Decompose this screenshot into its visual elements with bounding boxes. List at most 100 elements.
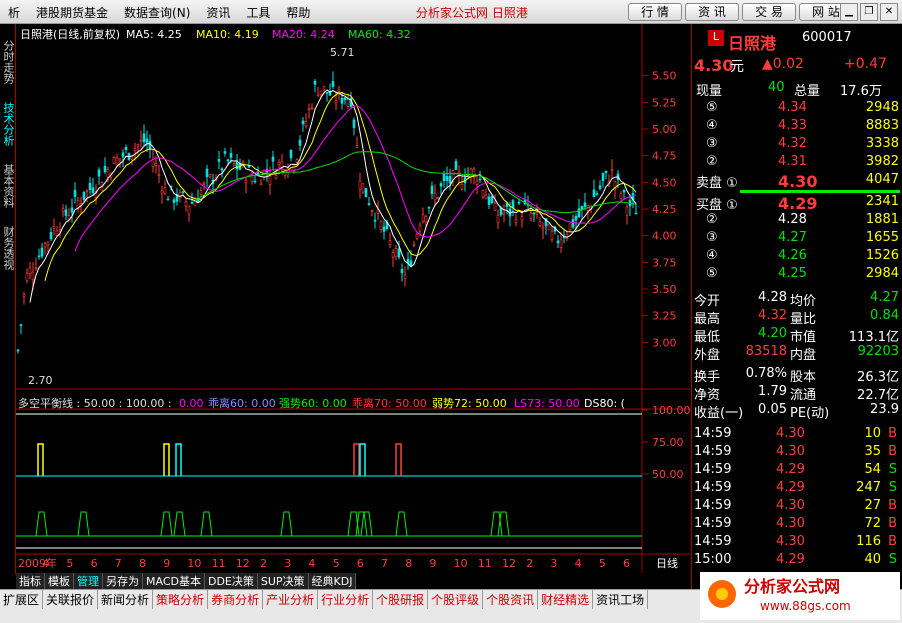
stat-value: 4.28 xyxy=(758,290,787,305)
tick-row: 14:59 4.30 116 B xyxy=(692,534,902,552)
tick-price: 4.29 xyxy=(776,462,805,477)
restore-icon[interactable]: ❐ xyxy=(860,3,878,21)
tick-time: 14:59 xyxy=(694,516,732,531)
candle xyxy=(259,183,263,186)
x-tick: 11 xyxy=(478,557,492,570)
x-tick: 9 xyxy=(163,557,170,570)
ask-row[interactable]: 卖盘 ① 4.30 4047 xyxy=(692,172,902,191)
candle xyxy=(532,212,536,215)
bottom-tab[interactable]: 关联报价 xyxy=(43,590,99,609)
candle xyxy=(433,193,437,201)
tab-fundamentals[interactable]: 基本资料 xyxy=(0,156,16,216)
bottom-tab[interactable]: 策略分析 xyxy=(153,590,209,609)
bottom-tab[interactable]: 新闻分析 xyxy=(98,590,154,609)
vol-now: 40 xyxy=(768,80,785,95)
tab-saveas[interactable]: 另存为 xyxy=(103,573,143,589)
x-tick: 5 xyxy=(599,557,606,570)
stat-label: 流通 xyxy=(790,388,817,403)
minimize-icon[interactable]: ▁ xyxy=(840,3,858,21)
bid-row[interactable]: ② 4.28 1881 xyxy=(692,212,902,230)
candle xyxy=(391,252,395,258)
tick-time: 14:59 xyxy=(694,444,732,459)
ask-vol: 3982 xyxy=(865,154,899,169)
bottom-tab[interactable]: 产业分析 xyxy=(263,590,319,609)
tab-indicator[interactable]: 指标 xyxy=(16,573,45,589)
news-button[interactable]: 资 讯 xyxy=(685,3,739,21)
candle xyxy=(19,324,23,326)
bottom-tab[interactable]: 资讯工场 xyxy=(593,590,649,609)
x-tick: 4 xyxy=(308,557,315,570)
ask-row[interactable]: ② 4.31 3982 xyxy=(692,154,902,172)
tick-row: 14:59 4.29 54 S xyxy=(692,462,902,480)
x-tick: 11 xyxy=(212,557,226,570)
menu-item[interactable]: 资讯 xyxy=(198,4,238,21)
bottom-tab[interactable]: 财经精选 xyxy=(538,590,594,609)
stat-row: 最高 4.32 量比 0.84 xyxy=(692,308,902,327)
bid-row[interactable]: ③ 4.27 1655 xyxy=(692,230,902,248)
price-tick: 3.25 xyxy=(652,310,677,323)
bid-level: 买盘 ① xyxy=(696,198,738,213)
tab-template[interactable]: 模板 xyxy=(45,573,74,589)
bottom-tab[interactable]: 个股研报 xyxy=(373,590,429,609)
bottom-tab[interactable]: 个股资讯 xyxy=(483,590,539,609)
ask-row[interactable]: ④ 4.33 8883 xyxy=(692,118,902,136)
menu-item[interactable]: 数据查询(N) xyxy=(116,4,198,21)
bid-row[interactable]: ④ 4.26 1526 xyxy=(692,248,902,266)
candle xyxy=(601,173,605,182)
kline-chart[interactable]: 5.50 5.25 5.00 4.75 4.50 4.25 4.00 3.75 3.50 3.25… xyxy=(16,24,691,574)
tab-sup[interactable]: SUP决策 xyxy=(257,573,309,589)
tab-kdj[interactable]: 经典KDJ xyxy=(308,573,357,589)
ask-row[interactable]: ⑤ 4.34 2948 xyxy=(692,100,902,118)
tick-side: S xyxy=(888,480,897,495)
indicator-v3: 强势60: 0.00 xyxy=(279,397,347,410)
bottom-tab[interactable]: 券商分析 xyxy=(208,590,264,609)
candle xyxy=(487,196,491,205)
menu-item[interactable]: 帮助 xyxy=(278,4,318,21)
bottom-tab[interactable]: 行业分析 xyxy=(318,590,374,609)
trade-button[interactable]: 交 易 xyxy=(742,3,796,21)
tab-macd[interactable]: MACD基本 xyxy=(143,573,205,589)
candle xyxy=(496,215,500,223)
tab-technical[interactable]: 技术分析 xyxy=(0,94,16,154)
tab-intraday[interactable]: 分时走势 xyxy=(0,32,16,92)
candle xyxy=(229,152,233,158)
bid-row[interactable]: 买盘 ① 4.29 2341 xyxy=(692,194,902,213)
tick-time: 14:59 xyxy=(694,498,732,513)
tick-vol: 27 xyxy=(864,498,881,513)
candle xyxy=(490,196,494,204)
candle xyxy=(595,193,599,195)
quote-button[interactable]: 行 情 xyxy=(628,3,682,21)
tab-dde[interactable]: DDE决策 xyxy=(204,573,258,589)
menu-item[interactable]: 港股期货基金 xyxy=(28,4,116,21)
tick-price: 4.29 xyxy=(776,480,805,495)
ask-row[interactable]: ③ 4.32 3338 xyxy=(692,136,902,154)
stat-label: 市值 xyxy=(790,330,817,345)
candle xyxy=(268,175,272,185)
candle xyxy=(64,209,68,216)
menu-item[interactable]: 析 xyxy=(0,4,28,21)
candle xyxy=(514,219,518,223)
x-tick: 7 xyxy=(381,557,388,570)
close-icon[interactable]: ✕ xyxy=(880,3,898,21)
candle xyxy=(253,180,257,183)
period-label[interactable]: 日线 xyxy=(656,556,678,570)
candle xyxy=(133,148,137,152)
bid-row[interactable]: ⑤ 4.25 2984 xyxy=(692,266,902,284)
tab-manage[interactable]: 管理 xyxy=(74,573,103,589)
stock-code: 600017 xyxy=(802,30,852,45)
bottom-tab[interactable]: 扩展区 xyxy=(0,590,44,609)
candle xyxy=(37,255,41,258)
chart-canvas[interactable]: 5.50 5.25 5.00 4.75 4.50 4.25 4.00 3.75 3.50 3.25… xyxy=(16,24,691,574)
candle xyxy=(511,200,515,209)
candle xyxy=(388,240,392,245)
total-vol: 17.6万 xyxy=(840,84,882,99)
candle xyxy=(550,230,554,240)
main-menu: 析 港股期货基金 数据查询(N) 资讯 工具 帮助 xyxy=(0,4,318,21)
tab-financials[interactable]: 财务透视 xyxy=(0,218,16,278)
bottom-tab[interactable]: 个股评级 xyxy=(428,590,484,609)
menu-item[interactable]: 工具 xyxy=(238,4,278,21)
candle xyxy=(475,180,479,185)
ma5-label: MA5: 4.25 xyxy=(126,28,182,41)
candle xyxy=(409,260,413,267)
indicator-v6: LS73: 50.00 xyxy=(514,397,580,410)
